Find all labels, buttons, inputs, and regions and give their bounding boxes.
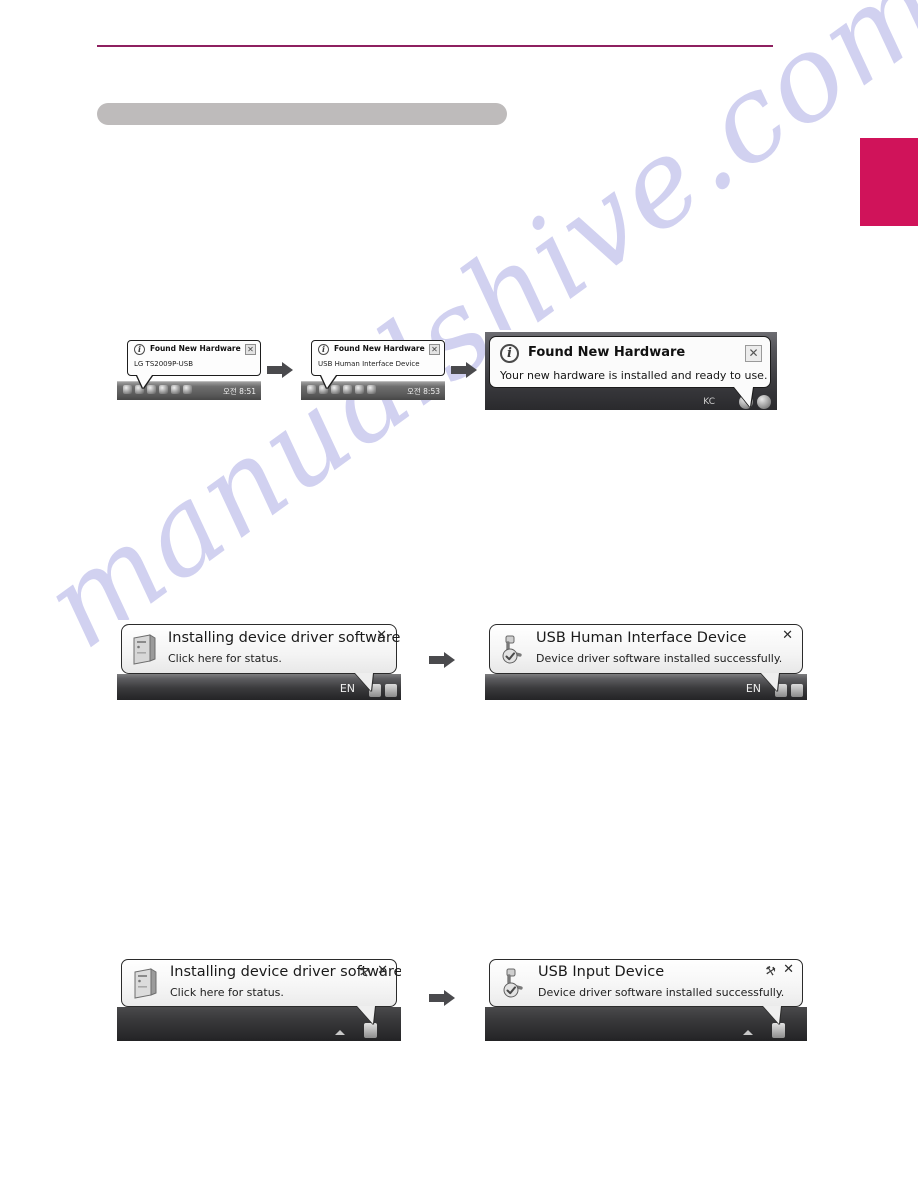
balloon-tail	[321, 375, 336, 388]
balloon-tail	[355, 673, 373, 691]
balloon-title: Found New Hardware	[334, 344, 425, 353]
notification-balloon: Installing device driver software Click …	[121, 959, 401, 1007]
close-icon[interactable]: ✕	[745, 345, 762, 362]
notification-balloon: USB Input Device Device driver software …	[489, 959, 803, 1007]
close-icon[interactable]: ✕	[245, 344, 256, 355]
close-icon[interactable]: ✕	[376, 628, 387, 643]
notification-balloon: USB Human Interface Device Device driver…	[489, 624, 803, 674]
tray-icon[interactable]	[171, 385, 180, 394]
chapter-edge-tab	[860, 138, 918, 226]
usb-device-check-icon	[499, 967, 527, 1000]
kc-mark: KC	[703, 397, 715, 407]
section-heading-placeholder	[97, 103, 507, 125]
info-icon: i	[134, 344, 145, 355]
screenshot-vista-installing-driver: EN Installing device driver software Cli…	[117, 620, 401, 700]
tray-icon[interactable]	[159, 385, 168, 394]
info-icon: i	[500, 344, 519, 363]
tray-icon[interactable]	[364, 1023, 377, 1038]
balloon-body[interactable]: Click here for status.	[170, 986, 284, 999]
close-icon[interactable]: ✕	[429, 344, 440, 355]
taskbar	[485, 1007, 807, 1041]
figure-windows-xp-sequence: 오전 8:51 i Found New Hardware ✕ LG TS2009…	[117, 330, 777, 410]
figure-windows-7-sequence: Installing device driver software Click …	[117, 955, 807, 1041]
computer-tower-icon	[131, 634, 157, 666]
system-tray	[775, 684, 803, 697]
screenshot-win7-usb-input-device: USB Input Device Device driver software …	[485, 955, 807, 1041]
balloon-title: USB Input Device	[538, 964, 665, 980]
taskbar-clock: 오전 8:53	[406, 387, 440, 396]
computer-tower-icon	[131, 967, 159, 1000]
balloon-body: Device driver software installed success…	[538, 986, 785, 999]
tray-icon[interactable]	[791, 684, 803, 697]
balloon-tail	[761, 673, 779, 691]
tray-icon[interactable]	[757, 395, 771, 409]
balloon-body[interactable]: Click here for status.	[168, 652, 282, 665]
balloon-body: Your new hardware is installed and ready…	[500, 369, 768, 382]
notification-balloon: i Found New Hardware ✕ LG TS2009P-USB	[127, 340, 261, 376]
screenshot-win7-installing-driver: Installing device driver software Click …	[117, 955, 401, 1041]
taskbar: EN	[485, 674, 807, 700]
balloon-title: USB Human Interface Device	[536, 630, 747, 646]
screenshot-xp-found-new-hardware-1: 오전 8:51 i Found New Hardware ✕ LG TS2009…	[117, 340, 261, 400]
tray-icon[interactable]	[183, 385, 192, 394]
balloon-tail	[357, 1006, 375, 1024]
tray-icon[interactable]	[343, 385, 352, 394]
flow-arrow-icon	[261, 357, 301, 383]
flow-arrow-icon	[445, 357, 485, 383]
tray-icon[interactable]	[307, 385, 316, 394]
tray-icon[interactable]	[367, 385, 376, 394]
tray-icon[interactable]	[385, 684, 397, 697]
balloon-title: Installing device driver software	[168, 630, 401, 646]
close-icon[interactable]: ✕	[783, 962, 794, 977]
tray-icon[interactable]	[123, 385, 132, 394]
system-tray	[369, 684, 397, 697]
notification-balloon: i Found New Hardware ✕ USB Human Interfa…	[311, 340, 445, 376]
show-hidden-icons-chevron-icon[interactable]	[335, 1030, 345, 1035]
tray-icon[interactable]	[772, 1023, 785, 1038]
usb-device-check-icon	[499, 634, 525, 666]
flow-arrow-icon	[423, 985, 463, 1011]
balloon-body: Device driver software installed success…	[536, 652, 783, 665]
balloon-title: Found New Hardware	[150, 344, 241, 353]
balloon-title: Found New Hardware	[528, 345, 686, 360]
screenshot-vista-driver-installed: EN USB Human Interface Device Device dri…	[485, 620, 807, 700]
wrench-icon[interactable]: ⚒	[764, 963, 777, 979]
header-rule	[97, 45, 773, 47]
tray-icon[interactable]	[355, 385, 364, 394]
screenshot-xp-found-new-hardware-2: 오전 8:53 i Found New Hardware ✕ USB Human…	[301, 340, 445, 400]
manual-page: manualshive.com 오전 8:51 i Found New Hard…	[0, 0, 918, 1188]
system-tray	[307, 385, 376, 394]
show-hidden-icons-chevron-icon[interactable]	[743, 1030, 753, 1035]
taskbar-clock: 오전 8:51	[222, 387, 256, 396]
balloon-body: USB Human Interface Device	[318, 360, 420, 368]
flow-arrow-icon	[423, 647, 463, 673]
notification-balloon: Installing device driver software Click …	[121, 624, 401, 674]
figure-windows-vista-sequence: EN Installing device driver software Cli…	[117, 620, 807, 700]
close-icon[interactable]: ✕	[377, 963, 388, 978]
screenshot-xp-hardware-ready: KC i Found New Hardware ✕ Your new hardw…	[485, 330, 777, 410]
balloon-tail	[763, 1006, 781, 1024]
notification-balloon: i Found New Hardware ✕ Your new hardware…	[489, 336, 771, 388]
close-icon[interactable]: ✕	[782, 628, 793, 643]
balloon-body: LG TS2009P-USB	[134, 360, 194, 368]
balloon-tail	[137, 375, 152, 388]
language-indicator[interactable]: EN	[340, 682, 355, 695]
info-icon: i	[318, 344, 329, 355]
system-tray	[123, 385, 192, 394]
language-indicator[interactable]: EN	[746, 682, 761, 695]
balloon-tail	[734, 387, 753, 407]
